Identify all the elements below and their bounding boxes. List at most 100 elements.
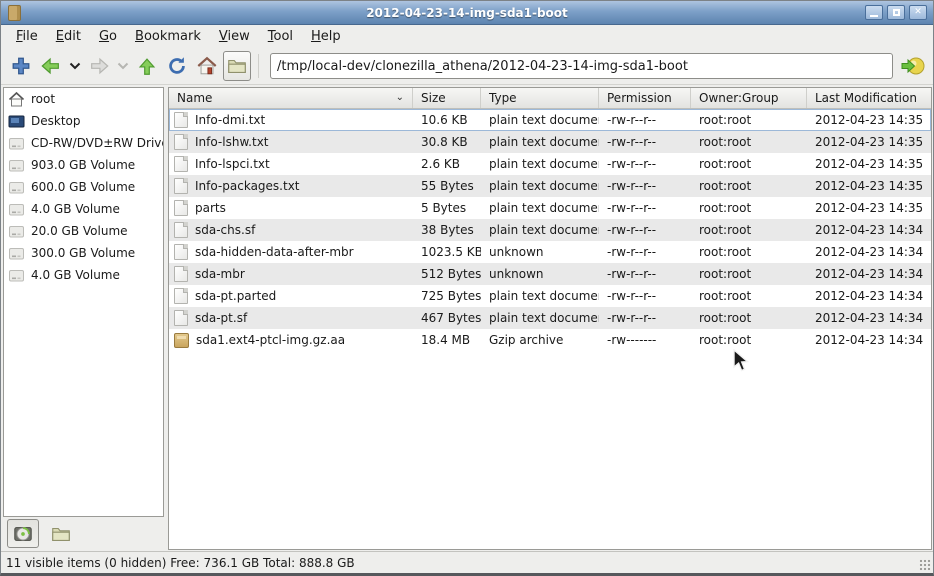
up-icon — [136, 55, 158, 77]
up-button[interactable] — [133, 51, 161, 81]
forward-history-dropdown[interactable] — [115, 51, 131, 81]
column-header-permission[interactable]: Permission — [599, 88, 691, 108]
file-owner-group: root:root — [691, 245, 807, 259]
text-file-icon — [174, 288, 188, 304]
content-area: root Desktop CD-RW/DVD±RW Drive — [1, 85, 933, 551]
text-file-icon — [174, 178, 188, 194]
refresh-button[interactable] — [163, 51, 191, 81]
go-button[interactable] — [899, 51, 927, 81]
sidebar-item-label: Desktop — [31, 114, 81, 128]
directory-tree-button[interactable] — [45, 519, 77, 548]
column-header-label: Last Modification — [815, 91, 917, 105]
column-header-label: Name — [177, 91, 212, 105]
menu-item-bookmark[interactable]: Bookmark — [126, 26, 210, 47]
file-row[interactable]: sda-chs.sf 38 Bytes plain text document … — [169, 219, 931, 241]
file-row[interactable]: sda-pt.parted 725 Bytes plain text docum… — [169, 285, 931, 307]
file-row[interactable]: sda-pt.sf 467 Bytes plain text document … — [169, 307, 931, 329]
home-button[interactable] — [193, 51, 221, 81]
menu-item-label: Go — [99, 29, 117, 44]
file-type: unknown — [481, 267, 599, 281]
column-header-label: Type — [489, 91, 517, 105]
places-pane-icon — [12, 523, 34, 545]
file-last-modification: 2012-04-23 14:35 — [807, 201, 931, 215]
places-sidebar: root Desktop CD-RW/DVD±RW Drive — [3, 87, 164, 517]
column-header-owner-group[interactable]: Owner:Group — [691, 88, 807, 108]
file-owner-group: root:root — [691, 201, 807, 215]
file-size: 2.6 KB — [413, 157, 481, 171]
menu-item-file[interactable]: File — [7, 26, 47, 47]
sidebar-item-label: CD-RW/DVD±RW Drive — [31, 136, 164, 150]
titlebar[interactable]: 2012-04-23-14-img-sda1-boot ✕ — [1, 1, 933, 25]
file-name: sda-hidden-data-after-mbr — [195, 245, 354, 259]
file-name: Info-lspci.txt — [195, 157, 270, 171]
column-header-size[interactable]: Size — [413, 88, 481, 108]
file-type: plain text document — [481, 179, 599, 193]
sidebar-item-label: 4.0 GB Volume — [31, 202, 120, 216]
file-permission: -rw-r--r-- — [599, 157, 691, 171]
drive-icon — [8, 201, 25, 218]
new-tab-button[interactable] — [7, 51, 35, 81]
sidebar-item[interactable]: root — [4, 88, 163, 110]
file-row[interactable]: sda-hidden-data-after-mbr 1023.5 KB unkn… — [169, 241, 931, 263]
file-last-modification: 2012-04-23 14:35 — [807, 179, 931, 193]
statusbar-text: 11 visible items (0 hidden) Free: 736.1 … — [6, 556, 355, 570]
drive-icon — [8, 135, 25, 152]
file-row[interactable]: Info-packages.txt 55 Bytes plain text do… — [169, 175, 931, 197]
file-size: 18.4 MB — [413, 333, 481, 347]
file-type: plain text document — [481, 289, 599, 303]
file-row[interactable]: parts 5 Bytes plain text document -rw-r-… — [169, 197, 931, 219]
file-size: 30.8 KB — [413, 135, 481, 149]
home-icon — [196, 55, 218, 77]
sidebar-item[interactable]: 4.0 GB Volume — [4, 198, 163, 220]
file-owner-group: root:root — [691, 289, 807, 303]
menubar: File Edit Go Bookmark View Tool Help — [1, 25, 933, 48]
forward-button[interactable] — [85, 51, 113, 81]
file-last-modification: 2012-04-23 14:34 — [807, 289, 931, 303]
file-row[interactable]: sda-mbr 512 Bytes unknown -rw-r--r-- roo… — [169, 263, 931, 285]
sidebar-item[interactable]: 20.0 GB Volume — [4, 220, 163, 242]
file-last-modification: 2012-04-23 14:34 — [807, 333, 931, 347]
places-pane-button[interactable] — [7, 519, 39, 548]
sidebar-item[interactable]: 903.0 GB Volume — [4, 154, 163, 176]
sidebar-item[interactable]: Desktop — [4, 110, 163, 132]
file-owner-group: root:root — [691, 157, 807, 171]
menu-item-edit[interactable]: Edit — [47, 26, 90, 47]
directory-tree-icon — [50, 523, 72, 545]
column-header-name[interactable]: Name ⌄ — [169, 88, 413, 108]
address-input[interactable] — [270, 53, 893, 79]
back-button[interactable] — [37, 51, 65, 81]
file-type: plain text document — [481, 223, 599, 237]
list-header: Name ⌄ Size Type Permission Owner:Group … — [169, 88, 931, 109]
menu-item-label: Tool — [268, 29, 293, 44]
back-history-dropdown[interactable] — [67, 51, 83, 81]
file-name: sda-chs.sf — [195, 223, 255, 237]
forward-icon — [88, 55, 110, 77]
sidebar-item[interactable]: 4.0 GB Volume — [4, 264, 163, 286]
sidebar-item[interactable]: CD-RW/DVD±RW Drive — [4, 132, 163, 154]
menu-item-go[interactable]: Go — [90, 26, 126, 47]
file-row[interactable]: sda1.ext4-ptcl-img.gz.aa 18.4 MB Gzip ar… — [169, 329, 931, 351]
file-row[interactable]: Info-lspci.txt 2.6 KB plain text documen… — [169, 153, 931, 175]
sidebar-item[interactable]: 300.0 GB Volume — [4, 242, 163, 264]
menu-item-label: View — [219, 29, 250, 44]
file-row[interactable]: Info-lshw.txt 30.8 KB plain text documen… — [169, 131, 931, 153]
folder-view-toggle[interactable] — [223, 51, 251, 81]
sidebar-item[interactable]: 600.0 GB Volume — [4, 176, 163, 198]
text-file-icon — [174, 156, 188, 172]
file-row[interactable]: Info-dmi.txt 10.6 KB plain text document… — [169, 109, 931, 131]
file-last-modification: 2012-04-23 14:34 — [807, 267, 931, 281]
menu-item-help[interactable]: Help — [302, 26, 350, 47]
menu-item-view[interactable]: View — [210, 26, 259, 47]
column-header-type[interactable]: Type — [481, 88, 599, 108]
resize-grip[interactable] — [919, 559, 931, 571]
file-size: 512 Bytes — [413, 267, 481, 281]
menu-item-tool[interactable]: Tool — [259, 26, 302, 47]
file-last-modification: 2012-04-23 14:34 — [807, 311, 931, 325]
column-header-last-modification[interactable]: Last Modification — [807, 88, 931, 108]
text-file-icon — [174, 112, 188, 128]
file-type: unknown — [481, 245, 599, 259]
file-owner-group: root:root — [691, 267, 807, 281]
file-permission: -rw-r--r-- — [599, 267, 691, 281]
new-tab-icon — [10, 55, 32, 77]
file-last-modification: 2012-04-23 14:35 — [807, 157, 931, 171]
